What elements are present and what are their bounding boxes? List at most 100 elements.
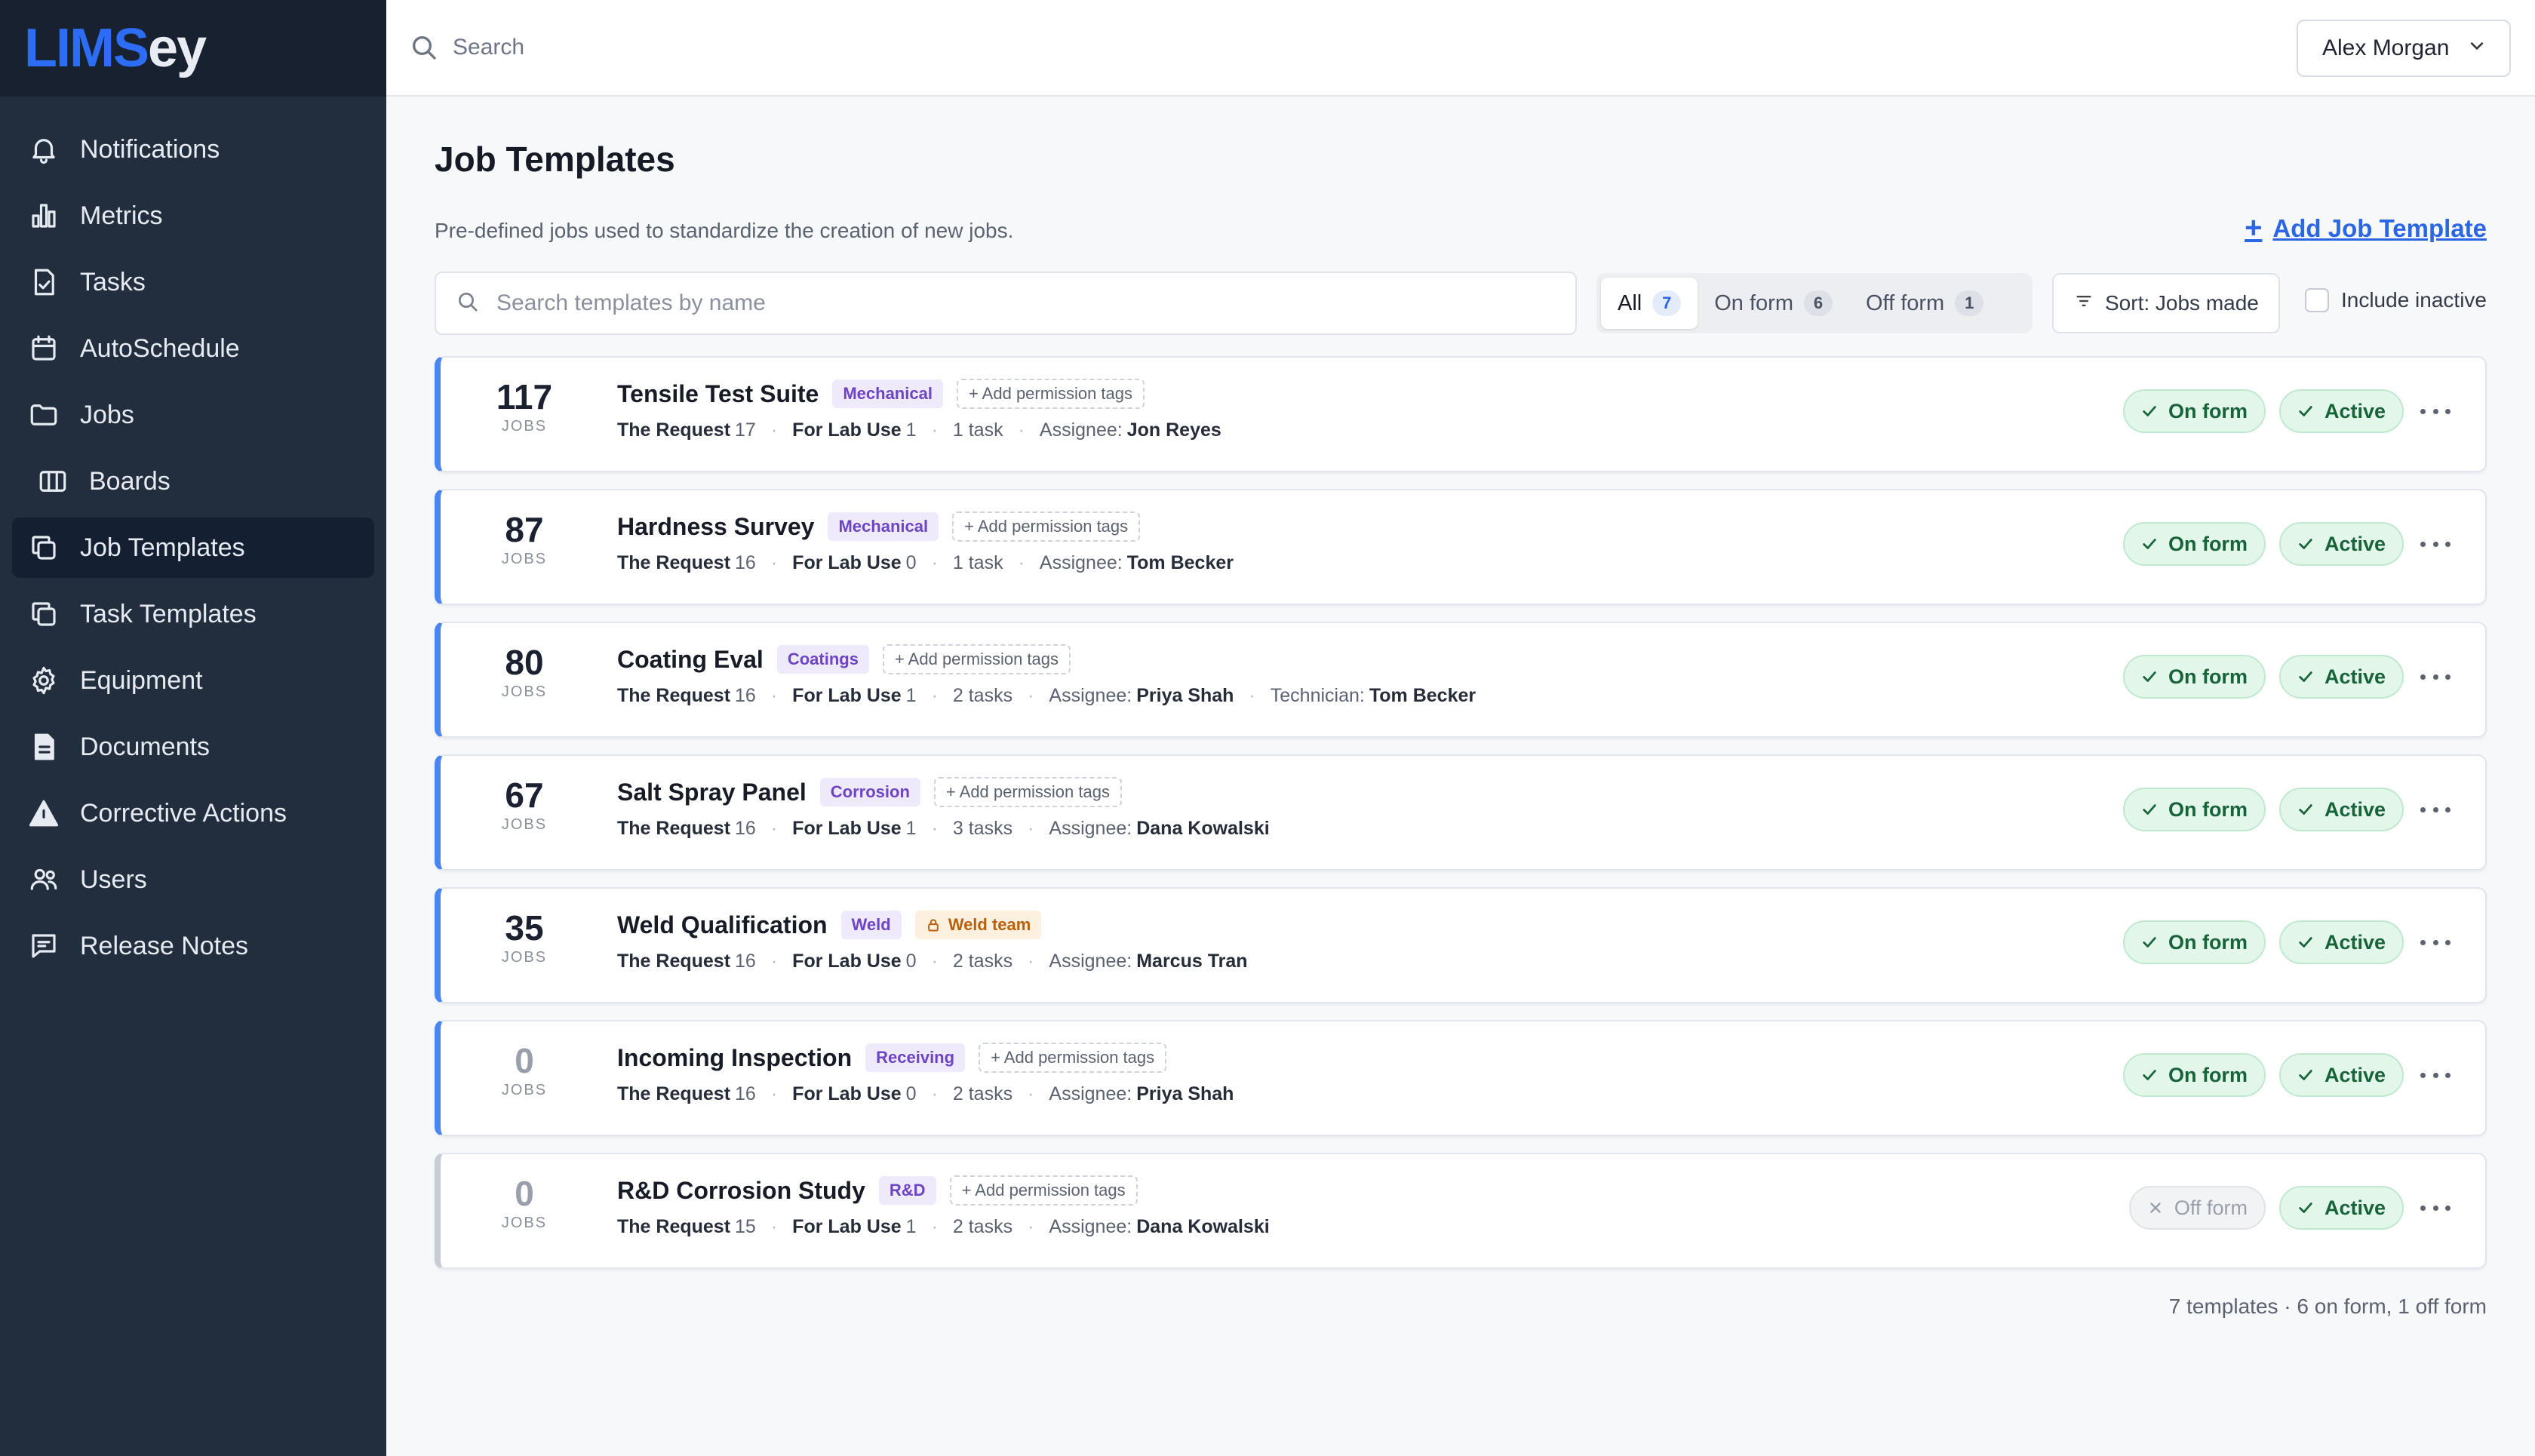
- sidebar-item-metrics[interactable]: Metrics: [12, 186, 374, 246]
- more-options-icon[interactable]: [2420, 931, 2450, 954]
- form-status-badge[interactable]: On form: [2122, 522, 2266, 566]
- sidebar-item-corrective-actions[interactable]: Corrective Actions: [12, 783, 374, 843]
- form-status-label: On form: [2168, 930, 2248, 954]
- jobs-count: 0 JOBS: [471, 1174, 578, 1232]
- template-search-input[interactable]: [496, 290, 1553, 316]
- sidebar-item-equipment[interactable]: Equipment: [12, 650, 374, 711]
- sidebar-item-boards[interactable]: Boards: [12, 451, 374, 511]
- active-status-badge[interactable]: Active: [2278, 920, 2404, 964]
- status-badges: On form Active: [2109, 389, 2404, 433]
- template-card[interactable]: 117 JOBS Tensile Test Suite Mechanical + Add…: [435, 356, 2487, 472]
- global-search-input[interactable]: [453, 35, 1509, 60]
- template-card[interactable]: 35 JOBS Weld Qualification Weld Weld team The…: [435, 887, 2487, 1003]
- tab-off-form[interactable]: Off form 1: [1849, 278, 2000, 329]
- add-permission-tags-button[interactable]: + Add permission tags: [933, 777, 1122, 807]
- template-name-link[interactable]: Tensile Test Suite: [617, 380, 819, 408]
- sort-button[interactable]: Sort: Jobs made: [2052, 273, 2280, 333]
- sidebar-item-notifications[interactable]: Notifications: [12, 119, 374, 180]
- assignee-name: Tom Becker: [1126, 552, 1234, 573]
- tab-all[interactable]: All 7: [1601, 278, 1698, 329]
- template-name-link[interactable]: Hardness Survey: [617, 513, 814, 541]
- task-count: 2 tasks: [952, 1083, 1013, 1104]
- jobs-count: 35 JOBS: [471, 908, 578, 966]
- jobs-count-value: 117: [496, 377, 553, 416]
- active-status-label: Active: [2324, 797, 2386, 821]
- active-status-badge[interactable]: Active: [2278, 1053, 2404, 1097]
- separator-dot: ·: [931, 1216, 938, 1237]
- task-count: 2 tasks: [952, 1216, 1013, 1237]
- jobs-count-unit: JOBS: [501, 683, 548, 700]
- request-count: 16: [735, 552, 756, 573]
- form-status-badge[interactable]: On form: [2122, 920, 2266, 964]
- active-status-badge[interactable]: Active: [2278, 655, 2404, 699]
- user-name: Alex Morgan: [2322, 35, 2450, 60]
- sidebar-item-release-notes[interactable]: Release Notes: [12, 916, 374, 976]
- template-name-link[interactable]: Weld Qualification: [617, 911, 828, 939]
- template-card[interactable]: 0 JOBS R&D Corrosion Study R&D + Add permiss…: [435, 1153, 2487, 1269]
- sidebar-item-documents[interactable]: Documents: [12, 717, 374, 777]
- task-count: 1 task: [952, 552, 1003, 573]
- tab-on-form[interactable]: On form 6: [1698, 278, 1849, 329]
- template-search-box[interactable]: [435, 272, 1577, 335]
- sidebar-item-task-templates[interactable]: Task Templates: [12, 584, 374, 644]
- sidebar-item-tasks[interactable]: Tasks: [12, 252, 374, 312]
- lab-use-count: 1: [905, 685, 917, 706]
- logo[interactable]: LIMSey: [24, 17, 207, 79]
- sidebar-item-users[interactable]: Users: [12, 849, 374, 910]
- more-options-icon[interactable]: [2420, 400, 2450, 422]
- active-status-badge[interactable]: Active: [2278, 788, 2404, 831]
- template-card[interactable]: 0 JOBS Incoming Inspection Receiving + Add p…: [435, 1020, 2487, 1136]
- add-permission-tags-button[interactable]: + Add permission tags: [956, 379, 1145, 409]
- template-name-link[interactable]: Coating Eval: [617, 646, 764, 674]
- add-permission-tags-button[interactable]: + Add permission tags: [952, 511, 1141, 542]
- task-count: 2 tasks: [952, 685, 1013, 706]
- sidebar-item-label: AutoSchedule: [80, 333, 240, 363]
- add-permission-tags-button[interactable]: + Add permission tags: [949, 1175, 1138, 1206]
- more-options-icon[interactable]: [2420, 665, 2450, 688]
- lab-use-count: 0: [905, 552, 917, 573]
- template-card[interactable]: 67 JOBS Salt Spray Panel Corrosion + Add per…: [435, 754, 2487, 871]
- template-card[interactable]: 87 JOBS Hardness Survey Mechanical + Add per…: [435, 489, 2487, 605]
- status-badges: On form Active: [2109, 655, 2404, 699]
- topbar: Alex Morgan: [386, 0, 2535, 97]
- lab-use-label: For Lab Use: [792, 818, 902, 839]
- template-info: Tensile Test Suite Mechanical + Add permis…: [617, 379, 1221, 441]
- user-menu-button[interactable]: Alex Morgan: [2297, 20, 2511, 77]
- more-options-icon[interactable]: [2420, 1064, 2450, 1086]
- include-inactive-checkbox[interactable]: [2304, 288, 2329, 312]
- permission-tag[interactable]: Weld team: [914, 911, 1042, 939]
- active-status-badge[interactable]: Active: [2278, 1186, 2404, 1230]
- form-status-badge[interactable]: On form: [2122, 655, 2266, 699]
- sidebar-item-autoschedule[interactable]: AutoSchedule: [12, 318, 374, 379]
- more-options-icon[interactable]: [2420, 1196, 2450, 1219]
- form-status-badge[interactable]: Off form: [2128, 1186, 2266, 1230]
- form-status-badge[interactable]: On form: [2122, 389, 2266, 433]
- template-info: R&D Corrosion Study R&D + Add permission t…: [617, 1175, 1270, 1238]
- active-status-badge[interactable]: Active: [2278, 389, 2404, 433]
- form-status-badge[interactable]: On form: [2122, 1053, 2266, 1097]
- template-card[interactable]: 80 JOBS Coating Eval Coatings + Add permissi…: [435, 622, 2487, 738]
- form-status-badge[interactable]: On form: [2122, 788, 2266, 831]
- sidebar-item-jobs[interactable]: Jobs: [12, 385, 374, 445]
- form-status-label: On form: [2168, 665, 2248, 688]
- sidebar-item-label: Users: [80, 865, 147, 894]
- form-status-label: On form: [2168, 399, 2248, 422]
- permission-tag-label: Weld team: [948, 915, 1031, 934]
- sort-label: Sort: Jobs made: [2105, 291, 2259, 315]
- more-options-icon[interactable]: [2420, 533, 2450, 555]
- assignee-label: Assignee:: [1049, 818, 1132, 839]
- tab-label: All: [1618, 290, 1642, 315]
- jobs-count-value: 35: [505, 908, 544, 948]
- template-name-link[interactable]: Salt Spray Panel: [617, 779, 807, 806]
- add-permission-tags-button[interactable]: + Add permission tags: [882, 644, 1071, 674]
- template-name-link[interactable]: R&D Corrosion Study: [617, 1177, 865, 1205]
- status-badges: On form Active: [2109, 522, 2404, 566]
- add-job-template-button[interactable]: + Add Job Template: [2245, 211, 2487, 245]
- include-inactive-toggle[interactable]: Include inactive: [2304, 288, 2487, 312]
- active-status-badge[interactable]: Active: [2278, 522, 2404, 566]
- sidebar-item-job-templates[interactable]: Job Templates: [12, 518, 374, 578]
- add-permission-tags-button[interactable]: + Add permission tags: [979, 1043, 1167, 1073]
- lab-use-count: 1: [905, 1216, 917, 1237]
- template-name-link[interactable]: Incoming Inspection: [617, 1044, 852, 1072]
- more-options-icon[interactable]: [2420, 798, 2450, 821]
